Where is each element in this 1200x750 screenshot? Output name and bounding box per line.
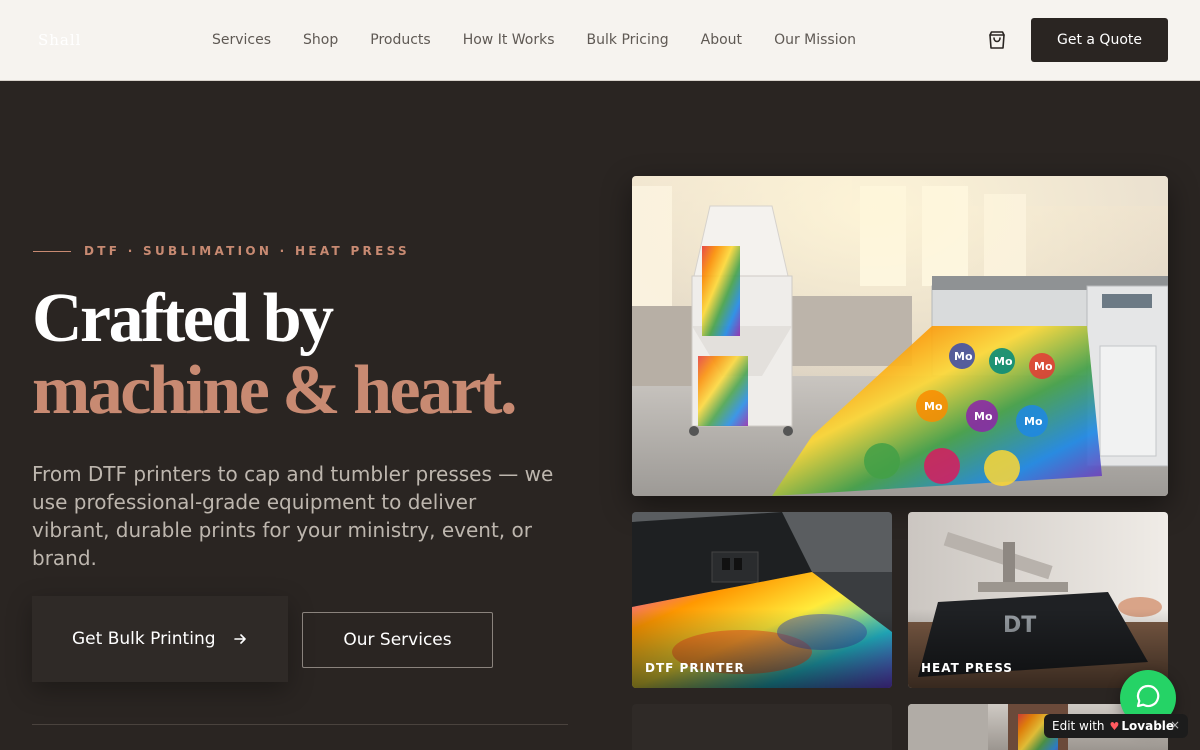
get-quote-button[interactable]: Get a Quote bbox=[1031, 18, 1168, 62]
heat-press-caption: HEAT PRESS bbox=[921, 661, 1013, 675]
chat-icon bbox=[1134, 682, 1162, 714]
shopping-bag-icon[interactable] bbox=[986, 29, 1008, 51]
close-icon[interactable]: × bbox=[1170, 718, 1180, 732]
arrow-right-icon bbox=[232, 631, 248, 647]
eyebrow-line bbox=[33, 250, 71, 252]
our-services-button[interactable]: Our Services bbox=[302, 612, 493, 668]
edit-with-label: Edit with bbox=[1052, 719, 1105, 733]
heart-icon: ♥ bbox=[1109, 719, 1120, 733]
nav-products[interactable]: Products bbox=[354, 32, 446, 48]
nav-our-mission[interactable]: Our Mission bbox=[758, 32, 872, 48]
main-nav: Services Shop Products How It Works Bulk… bbox=[196, 0, 872, 80]
gallery-card-bottom-left[interactable] bbox=[632, 704, 892, 750]
printing-workshop-image: Mo Mo Mo Mo Mo Mo bbox=[632, 176, 1168, 496]
hero-title-line2: machine & heart. bbox=[32, 352, 517, 429]
nav-services[interactable]: Services bbox=[196, 32, 287, 48]
nav-bulk-pricing[interactable]: Bulk Pricing bbox=[571, 32, 685, 48]
lovable-brand: Lovable bbox=[1121, 719, 1175, 733]
get-bulk-printing-label: Get Bulk Printing bbox=[72, 629, 216, 649]
nav-about[interactable]: About bbox=[685, 32, 758, 48]
dtf-printer-caption: DTF PRINTER bbox=[645, 661, 745, 675]
hero-title-line1: Crafted by bbox=[32, 280, 334, 357]
site-header: Shall Services Shop Products How It Work… bbox=[0, 0, 1200, 81]
site-logo[interactable]: Shall bbox=[38, 31, 81, 49]
nav-how-it-works[interactable]: How It Works bbox=[447, 32, 571, 48]
get-bulk-printing-button[interactable]: Get Bulk Printing bbox=[32, 596, 288, 682]
nav-shop[interactable]: Shop bbox=[287, 32, 354, 48]
print-text-4: Mo bbox=[924, 400, 943, 413]
hero-description: From DTF printers to cap and tumbler pre… bbox=[32, 462, 554, 570]
dtf-printer-card[interactable]: DTF PRINTER bbox=[632, 512, 892, 688]
eyebrow-text: DTF · SUBLIMATION · HEAT PRESS bbox=[84, 244, 410, 258]
print-text-2: Mo bbox=[994, 355, 1013, 368]
heat-press-card[interactable]: DT HEAT PRESS bbox=[908, 512, 1168, 688]
print-text-5: Mo bbox=[974, 410, 993, 423]
hero-divider bbox=[32, 724, 568, 725]
print-text-1: Mo bbox=[954, 350, 973, 363]
edit-with-lovable-badge[interactable]: Edit with ♥ Lovable × bbox=[1044, 714, 1188, 738]
print-text-6: Mo bbox=[1024, 415, 1043, 428]
hero-eyebrow: DTF · SUBLIMATION · HEAT PRESS bbox=[33, 244, 410, 258]
print-text-3: Mo bbox=[1034, 360, 1053, 373]
